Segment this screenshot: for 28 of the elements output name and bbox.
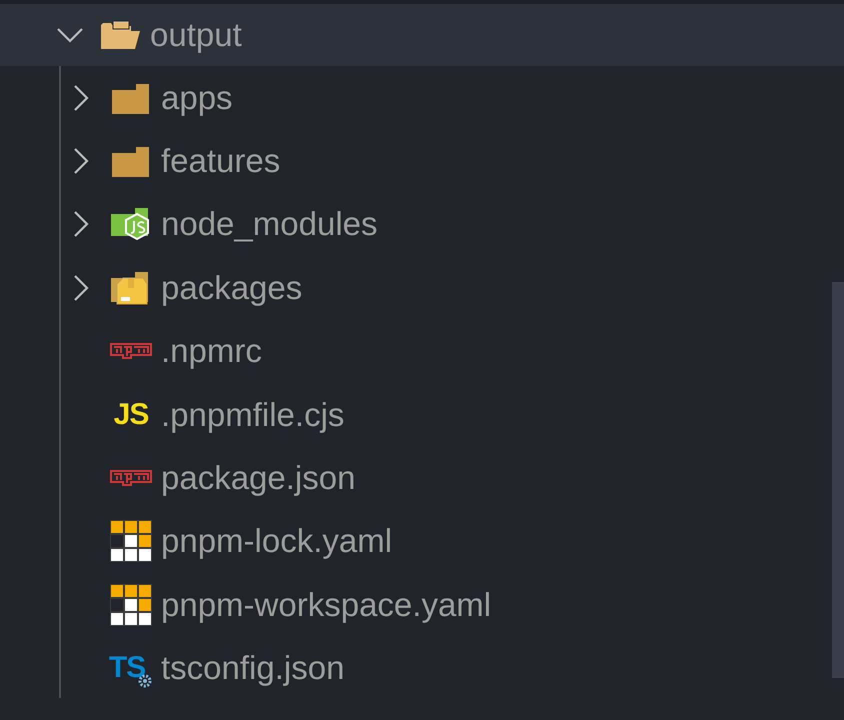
package-folder-icon — [111, 270, 151, 306]
folder-name[interactable]: apps — [161, 78, 233, 117]
chevron-down-icon[interactable] — [56, 27, 84, 43]
open-folder-icon — [99, 19, 141, 51]
folder-icon — [112, 82, 150, 114]
folder-name[interactable]: features — [161, 142, 280, 180]
file-name[interactable]: .npmrc — [161, 332, 262, 370]
chevron-right-icon[interactable] — [73, 274, 89, 302]
file-name[interactable]: pnpm-workspace.yaml — [161, 586, 492, 624]
folder-node-icon — [111, 206, 151, 242]
chevron-right-icon[interactable] — [73, 147, 89, 176]
folder-name[interactable]: packages — [161, 268, 302, 307]
tree-item[interactable]: output — [0, 4, 844, 66]
js-icon: JS — [114, 398, 148, 432]
pnpm-icon — [110, 520, 152, 562]
chevron-right-icon[interactable] — [73, 84, 89, 112]
pnpm-icon — [110, 584, 152, 626]
file-name[interactable]: package.json — [161, 459, 356, 498]
chevron-right-icon[interactable] — [73, 210, 89, 238]
file-name[interactable]: pnpm-lock.yaml — [161, 522, 392, 560]
folder-name: output — [150, 16, 242, 54]
npm-icon — [110, 470, 152, 486]
folder-icon — [112, 145, 150, 178]
npm-icon — [110, 343, 152, 360]
file-name[interactable]: .pnpmfile.cjs — [161, 396, 344, 434]
scrollbar[interactable] — [832, 282, 844, 678]
file-name[interactable]: tsconfig.json — [161, 649, 344, 688]
folder-name[interactable]: node_modules — [161, 205, 378, 244]
